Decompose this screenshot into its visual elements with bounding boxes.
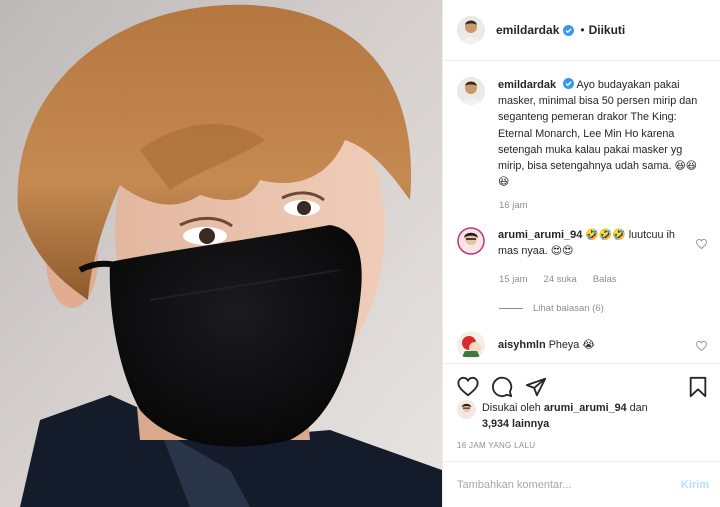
comment-username[interactable]: aisyhmln: [498, 339, 546, 351]
avatar[interactable]: [457, 16, 485, 44]
caption: emildardak Ayo budayakan pakai masker, m…: [457, 77, 711, 190]
comment-item: aisyhmln Pheya 😭: [457, 331, 711, 359]
likes-text: Disukai oleh arumi_arumi_94 dan 3,934 la…: [482, 400, 648, 432]
share-button[interactable]: [525, 376, 547, 398]
liker-avatar[interactable]: [457, 400, 476, 419]
likes-user-link[interactable]: arumi_arumi_94: [544, 402, 627, 414]
photo-person-wearing-black-mask: [0, 0, 442, 507]
caption-text: emildardak Ayo budayakan pakai masker, m…: [498, 77, 708, 190]
likes-prefix: Disukai oleh: [482, 402, 541, 414]
post-side-panel: emildardak • Diikuti emildardak Ayo buda…: [442, 0, 720, 507]
caption-body: Ayo budayakan pakai masker, minimal bisa…: [498, 79, 698, 189]
replies-divider-line: [499, 308, 523, 309]
instagram-post: emildardak • Diikuti emildardak Ayo buda…: [0, 0, 720, 507]
post-photo[interactable]: [0, 0, 442, 507]
add-comment-bar: Kirim: [443, 461, 720, 507]
comment-text: aisyhmln Pheya 😭: [498, 331, 676, 359]
post-header: emildardak • Diikuti: [443, 0, 720, 61]
caption-username[interactable]: emildardak: [498, 79, 556, 91]
comment-avatar[interactable]: [457, 227, 485, 255]
post-timestamp[interactable]: 16 JAM YANG LALU: [457, 441, 535, 450]
comment-input[interactable]: [457, 478, 681, 491]
user-avatar-icon: [457, 16, 485, 44]
user-avatar-icon: [457, 400, 476, 419]
follow-status-button[interactable]: Diikuti: [589, 23, 626, 37]
heart-icon: [457, 376, 479, 397]
user-avatar-icon: [457, 227, 485, 255]
comment-body: Pheya 😭: [548, 339, 595, 351]
comment-meta: 15 jam 24 suka Balas: [499, 274, 617, 285]
send-comment-button[interactable]: Kirim: [681, 479, 709, 491]
user-avatar-icon: [457, 77, 485, 105]
header-username[interactable]: emildardak: [496, 23, 559, 37]
comment-timestamp[interactable]: 15 jam: [499, 274, 528, 285]
comment-like-heart-icon[interactable]: [696, 341, 707, 351]
comment-like-heart-icon[interactable]: [696, 239, 707, 249]
comment-icon: [492, 376, 513, 398]
likes-joiner: dan: [629, 402, 648, 414]
view-replies-button[interactable]: Lihat balasan (6): [499, 303, 604, 314]
verified-badge-icon: [563, 78, 575, 89]
comment-button[interactable]: [491, 376, 513, 398]
reply-button[interactable]: Balas: [593, 274, 617, 285]
share-icon: [525, 377, 547, 397]
comment-avatar[interactable]: [457, 331, 485, 359]
likes-others-link[interactable]: 3,934 lainnya: [482, 418, 549, 430]
bookmark-icon: [689, 376, 707, 398]
verified-badge-icon: [563, 24, 575, 36]
caption-avatar[interactable]: [457, 77, 485, 105]
comment-username[interactable]: arumi_arumi_94: [498, 229, 582, 241]
comment-text: arumi_arumi_94 🤣🤣🤣 luutcuu ih mas nyaa. …: [498, 227, 676, 259]
comments-section: emildardak Ayo budayakan pakai masker, m…: [443, 61, 720, 363]
caption-timestamp[interactable]: 16 jam: [499, 200, 528, 211]
user-avatar-icon: [457, 331, 485, 359]
comment-item: arumi_arumi_94 🤣🤣🤣 luutcuu ih mas nyaa. …: [457, 227, 711, 259]
like-button[interactable]: [457, 376, 479, 398]
view-replies-label: Lihat balasan (6): [533, 303, 604, 314]
likes-summary: Disukai oleh arumi_arumi_94 dan 3,934 la…: [457, 400, 707, 432]
comment-like-count[interactable]: 24 suka: [544, 274, 577, 285]
save-button[interactable]: [687, 376, 709, 398]
separator-dot: •: [580, 23, 585, 37]
